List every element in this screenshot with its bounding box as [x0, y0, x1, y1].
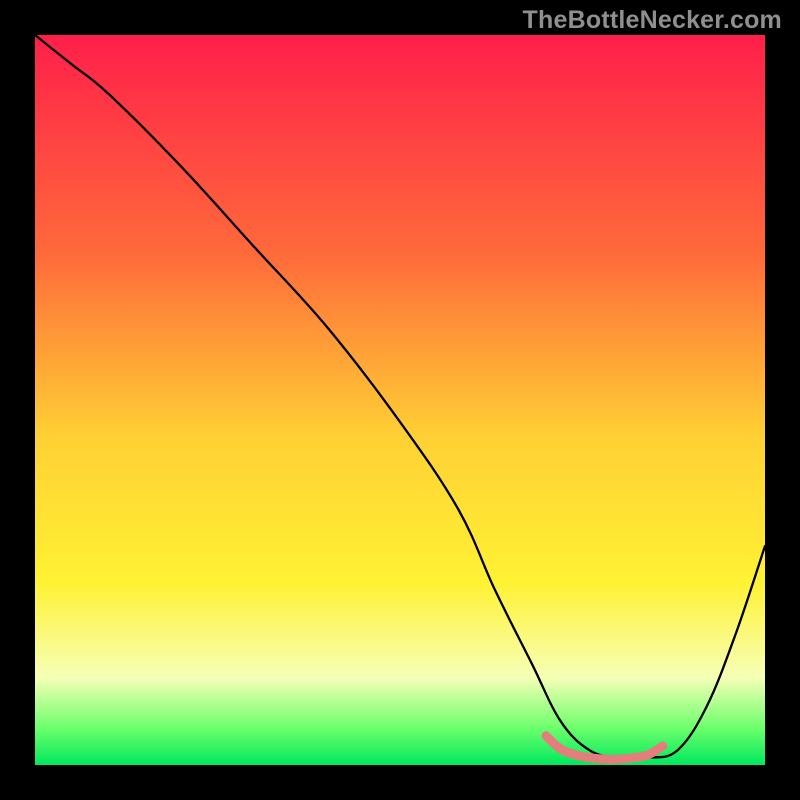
gradient-background: [35, 35, 765, 765]
chart-frame: TheBottleNecker.com: [0, 0, 800, 800]
chart-svg: [35, 35, 765, 765]
plot-area: [35, 35, 765, 765]
watermark-text: TheBottleNecker.com: [523, 6, 782, 35]
